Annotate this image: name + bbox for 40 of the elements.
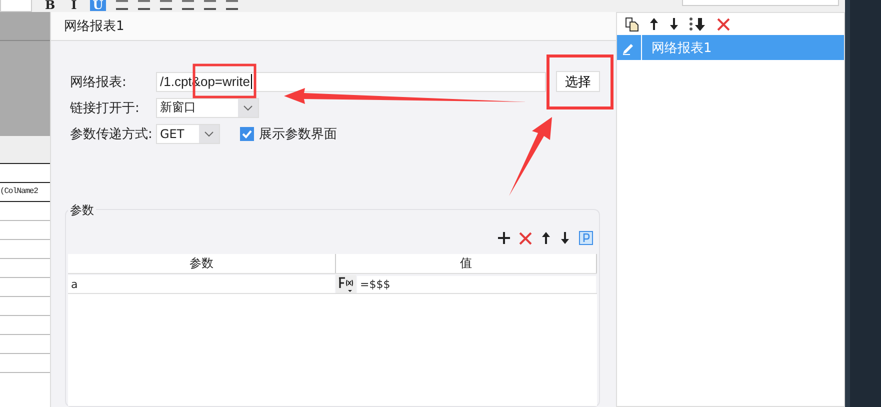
toolbar-icon[interactable] [204,0,216,10]
move-down-icon[interactable] [669,17,680,31]
parameter-icon[interactable] [579,231,594,245]
toolbar-icon[interactable] [160,0,172,10]
add-icon[interactable] [498,232,510,244]
group-title: 参数 [68,202,96,219]
dropdown-field[interactable]: GET [156,124,220,144]
format-button[interactable]: B [42,0,58,11]
table-cell: (ColName2 [0,187,38,196]
toolbar-icon[interactable] [116,0,128,10]
format-button[interactable]: I [68,0,80,11]
toolbar-icon[interactable] [138,0,150,10]
move-bottom-icon[interactable] [689,16,708,32]
copy-icon[interactable] [625,16,640,32]
highlight-box [546,54,614,110]
toolbar-icon[interactable] [182,0,194,10]
move-up-icon[interactable] [541,231,552,245]
move-down-icon[interactable] [560,231,570,245]
ruler [0,12,50,41]
toolbar-icon[interactable] [226,0,238,10]
formula-icon[interactable] [336,275,356,293]
move-up-icon[interactable] [649,17,660,31]
delete-icon[interactable] [717,18,730,30]
select-button[interactable]: 选择 [556,71,600,92]
font-field[interactable] [0,0,32,12]
field-label: 网络报表: [70,74,128,90]
column-header: 值 [336,254,598,273]
input-field[interactable] [682,0,840,6]
table-cell[interactable]: =$$$ [357,276,596,293]
table-cell[interactable]: a [68,275,335,293]
column-header: 参数 [68,254,336,273]
field-label: 链接打开于: [70,100,140,116]
dropdown-field[interactable]: 新窗口 [156,98,259,118]
field-label: 参数传递方式: [70,126,154,142]
checkbox-label: 展示参数界面 [259,126,337,142]
dropdown-icon[interactable] [243,104,253,110]
dropdown-icon[interactable] [204,130,214,136]
checkbox[interactable] [240,126,254,140]
delete-icon[interactable] [519,232,532,244]
dialog-title: 网络报表1 [64,18,124,35]
